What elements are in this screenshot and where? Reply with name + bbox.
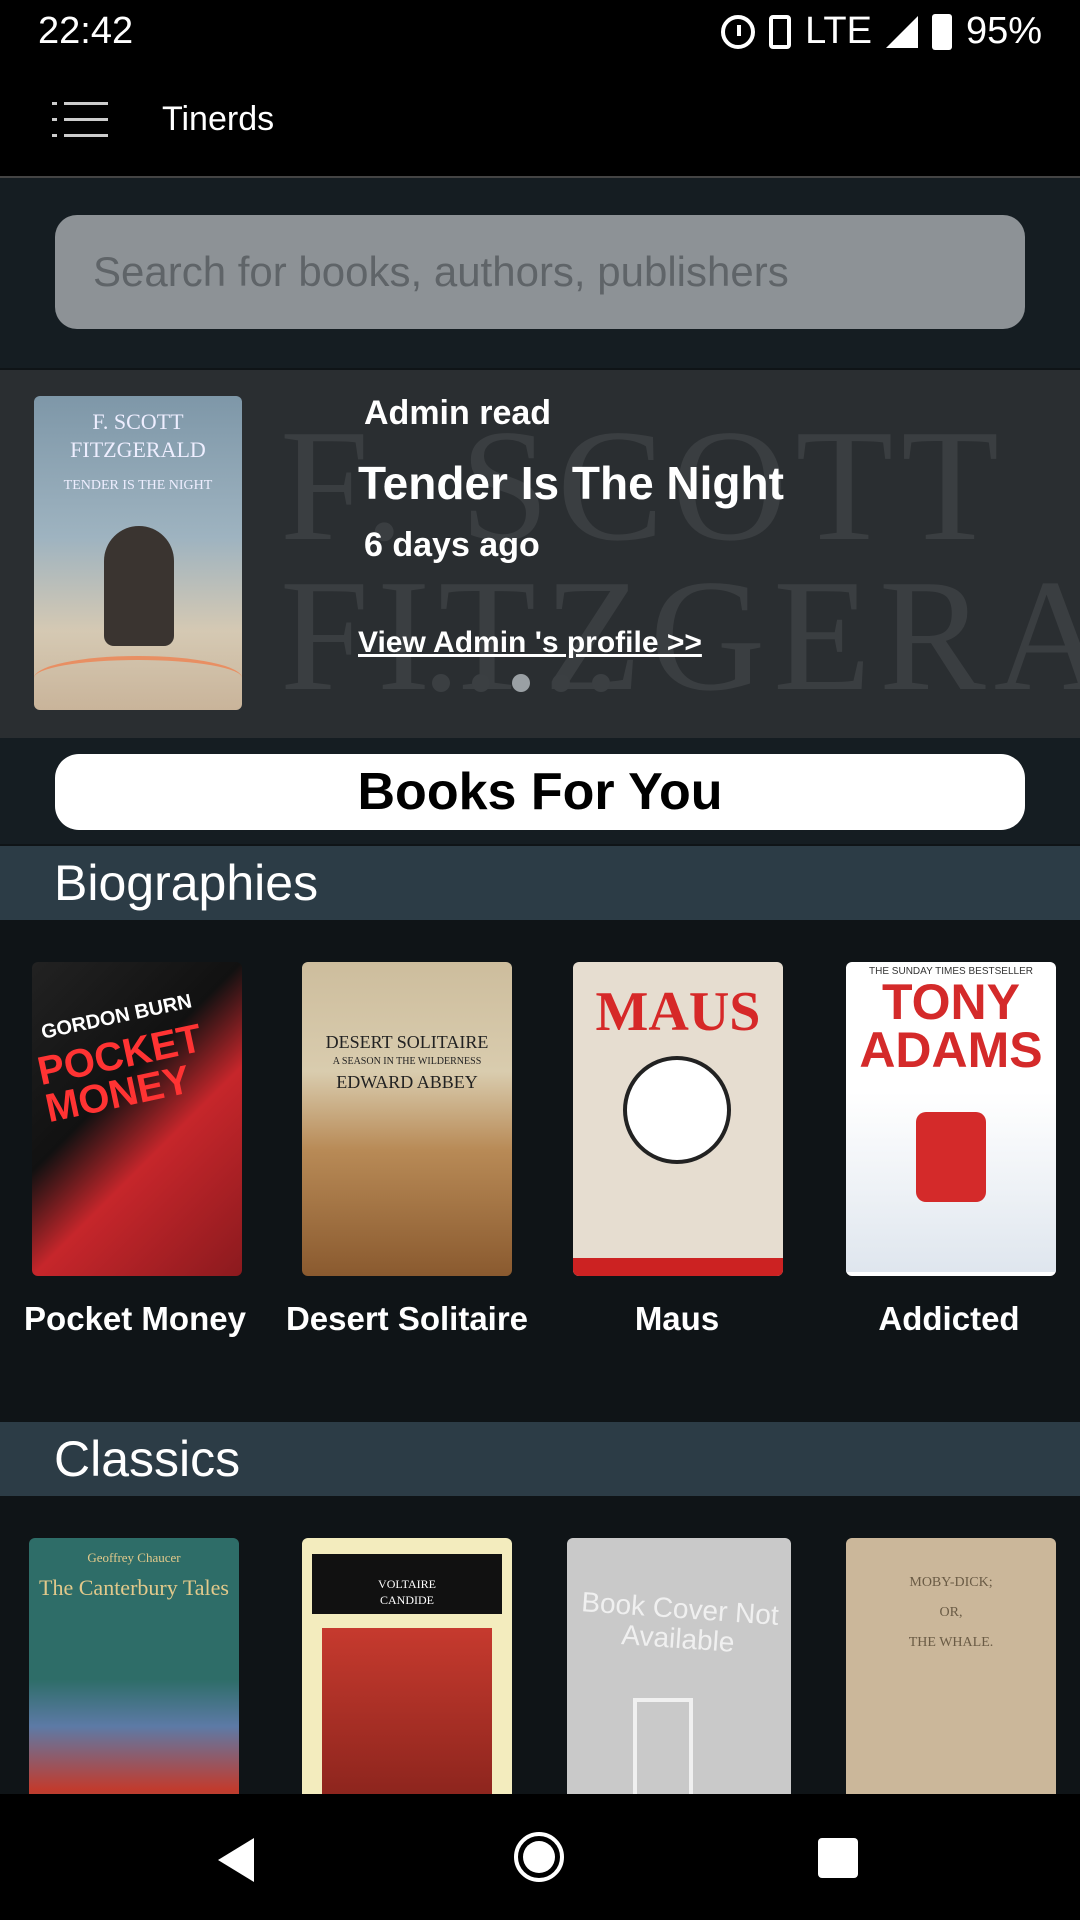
signal-icon (885, 15, 918, 48)
battery-percent: 95% (965, 10, 1042, 52)
carousel-book-cover[interactable]: F. SCOTT FITZGERALD TENDER IS THE NIGHT (34, 396, 242, 710)
book-cover[interactable]: MOBY-DICK; OR, THE WHALE. (846, 1538, 1056, 1794)
book-item[interactable]: Book Cover Not Available (542, 1496, 812, 1794)
carousel-time-ago: 6 days ago (364, 526, 540, 564)
status-time: 22:42 (38, 10, 134, 52)
cover-title: TENDER IS THE NIGHT (63, 478, 213, 493)
book-item[interactable]: MOBY-DICK; OR, THE WHALE. (814, 1496, 1080, 1794)
category-header-classics: Classics (0, 1422, 1080, 1496)
app-title: Tinerds (162, 100, 275, 138)
book-cover[interactable]: Geoffrey Chaucer The Canterbury Tales (29, 1538, 239, 1794)
alarm-icon (721, 14, 756, 49)
status-bar: 22:42 LTE 95% (0, 0, 1080, 64)
home-icon[interactable] (514, 1832, 564, 1882)
book-title: Desert Solitaire (285, 1300, 529, 1337)
book-cover[interactable]: GORDON BURN POCKET MONEY (32, 962, 242, 1276)
book-item[interactable]: THE SUNDAY TIMES BESTSELLER TONY ADAMS A… (814, 920, 1080, 1400)
book-row-biographies: GORDON BURN POCKET MONEY Pocket Money DE… (0, 920, 1080, 1422)
carousel-dot[interactable] (552, 674, 570, 692)
book-item[interactable]: DESERT SOLITAIRE A SEASON IN THE WILDERN… (272, 920, 542, 1400)
vibrate-icon (769, 14, 792, 49)
book-item[interactable]: Geoffrey Chaucer The Canterbury Tales (0, 1496, 270, 1794)
book-cover[interactable]: THE SUNDAY TIMES BESTSELLER TONY ADAMS (846, 962, 1056, 1276)
system-navigation-bar (0, 1794, 1080, 1920)
book-title: Addicted (878, 1300, 1020, 1337)
book-title: Pocket Money (24, 1300, 246, 1337)
carousel-dot[interactable] (472, 674, 490, 692)
book-item[interactable]: GORDON BURN POCKET MONEY Pocket Money (0, 920, 270, 1400)
status-icons: LTE 95% (721, 10, 1042, 53)
book-cover[interactable]: DESERT SOLITAIRE A SEASON IN THE WILDERN… (302, 962, 512, 1276)
carousel-dot-active[interactable] (512, 674, 530, 692)
carousel-dot[interactable] (432, 674, 450, 692)
featured-carousel[interactable]: F. SCOTT FITZGERALD F. SCOTT FITZGERALD … (0, 370, 1080, 738)
search-input[interactable] (55, 215, 1025, 329)
book-cover[interactable]: MAUS (573, 962, 783, 1276)
carousel-dot[interactable] (592, 674, 610, 692)
back-icon[interactable] (218, 1838, 254, 1882)
battery-icon (931, 13, 952, 50)
app-bar: Tinerds (0, 64, 1080, 178)
book-item[interactable]: MAUS Maus (542, 920, 812, 1400)
carousel-dots (432, 674, 610, 692)
book-cover[interactable]: VOLTAIRE CANDIDE (302, 1538, 512, 1794)
cover-author: F. SCOTT FITZGERALD (70, 409, 206, 462)
book-cover-not-available[interactable]: Book Cover Not Available (567, 1538, 791, 1794)
carousel-label: Admin read (364, 394, 552, 432)
books-for-you-button[interactable]: Books For You (55, 754, 1025, 830)
hamburger-menu-icon[interactable] (52, 102, 108, 138)
book-item[interactable]: VOLTAIRE CANDIDE (272, 1496, 542, 1794)
recent-apps-icon[interactable] (818, 1838, 858, 1878)
network-label: LTE (805, 10, 872, 52)
book-row-classics: Geoffrey Chaucer The Canterbury Tales VO… (0, 1496, 1080, 1794)
category-header-biographies: Biographies (0, 846, 1080, 920)
book-title: Maus (634, 1300, 720, 1337)
books-for-you-section: Books For You (0, 738, 1080, 844)
view-profile-link[interactable]: View Admin 's profile >> (358, 626, 702, 660)
search-section (0, 178, 1080, 368)
carousel-book-title: Tender Is The Night (358, 457, 784, 509)
